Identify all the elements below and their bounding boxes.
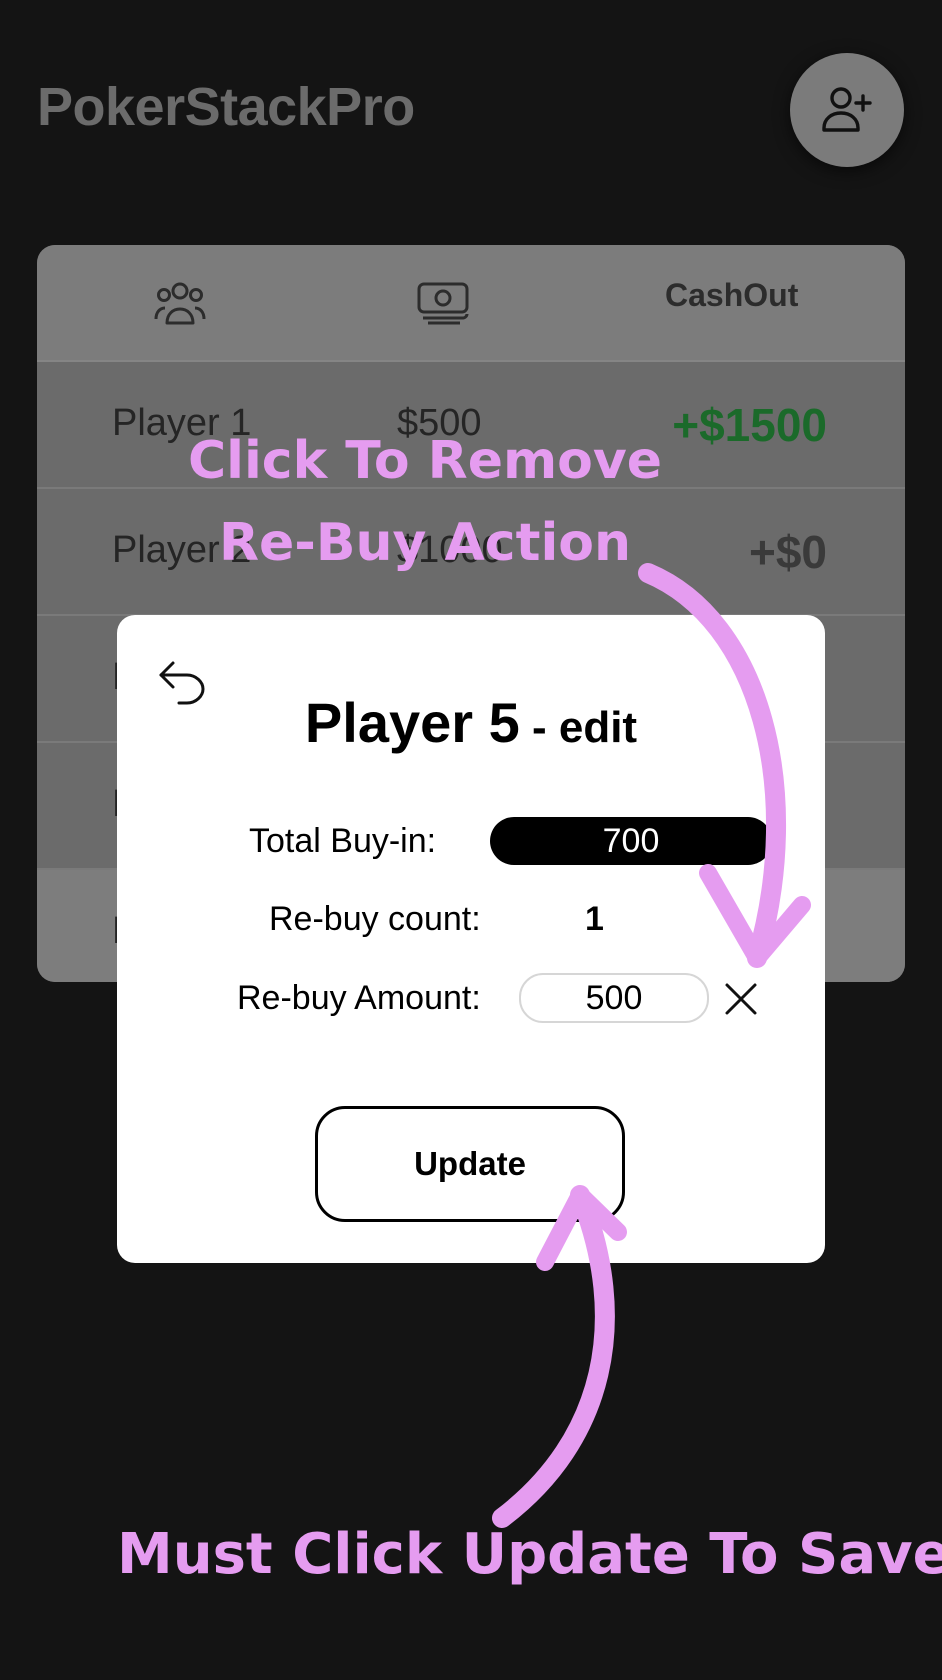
annotation-line: Click To Remove (187, 431, 663, 491)
rebuy-count-value: 1 (585, 900, 604, 938)
app-title: PokerStackPro (37, 77, 415, 137)
edit-player-modal: Player 5 - edit Total Buy-in: 700 Re-buy… (117, 615, 825, 1263)
cash-icon[interactable] (416, 281, 470, 330)
player-cashout: +$0 (748, 526, 827, 578)
add-player-button[interactable] (790, 53, 904, 167)
update-button[interactable]: Update (315, 1106, 625, 1222)
rebuy-amount-label: Re-buy Amount: (237, 979, 481, 1017)
total-buyin-label: Total Buy-in: (249, 822, 437, 860)
modal-title: Player 5 - edit (117, 690, 825, 755)
cashout-column-header[interactable]: CashOut (665, 277, 798, 314)
total-buyin-value: 700 (490, 817, 772, 865)
modal-title-suffix: - edit (519, 703, 638, 752)
close-icon[interactable] (721, 979, 761, 1019)
group-icon[interactable] (153, 279, 207, 334)
annotation-line: Re-Buy Action (218, 513, 632, 573)
modal-player-name: Player 5 (304, 691, 520, 754)
remove-rebuy-annotation: Click To Remove Re-Buy Action (170, 420, 680, 584)
rebuy-amount-input[interactable] (519, 973, 709, 1023)
person-add-icon (822, 87, 872, 132)
table-header: CashOut (37, 245, 905, 362)
rebuy-count-label: Re-buy count: (269, 900, 481, 938)
save-annotation: Must Click Update To Save (117, 1522, 942, 1587)
player-cashout: +$1500 (672, 399, 827, 451)
